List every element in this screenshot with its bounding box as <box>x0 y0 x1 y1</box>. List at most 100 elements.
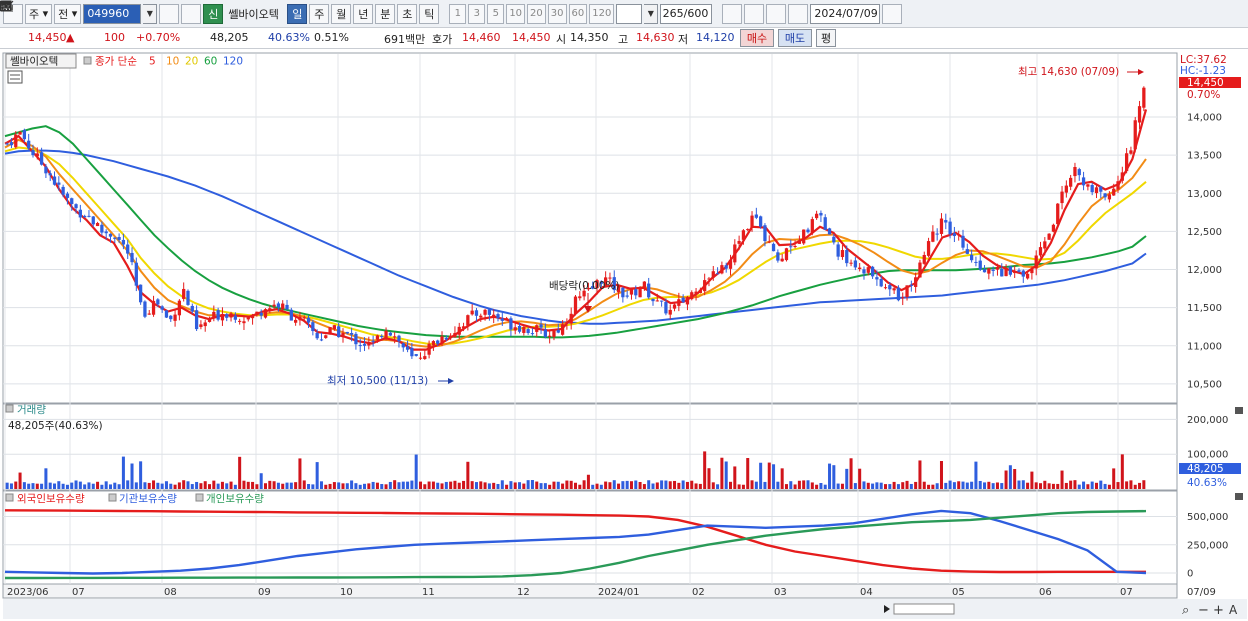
range-selector[interactable]: 전 ▾ <box>54 3 82 24</box>
period-day-button[interactable]: 일 <box>287 3 308 24</box>
candle-body <box>414 354 418 356</box>
x-axis-bar <box>2 583 1178 599</box>
price-tick-label: 14,000 <box>1187 113 1222 124</box>
candle-body <box>974 261 978 263</box>
volume-bar <box>849 458 853 489</box>
period-second-button[interactable]: 초 <box>397 3 418 24</box>
x-tick-label: 05 <box>952 587 965 598</box>
candle-body <box>858 267 862 270</box>
volume-bar <box>440 483 444 489</box>
period-week-button[interactable]: 주 <box>309 3 330 24</box>
candle-body <box>806 229 810 233</box>
candle-body <box>298 316 302 321</box>
candle-body <box>642 281 647 288</box>
volume-bar <box>139 461 143 489</box>
candle-body <box>797 241 802 244</box>
font-size-icon[interactable]: A <box>1229 603 1238 617</box>
volume-bar <box>431 481 435 489</box>
candle-body <box>1017 270 1021 272</box>
candle-body <box>61 186 65 195</box>
stock-code-dropdown[interactable]: ▼ <box>143 3 158 24</box>
candle-body <box>504 318 509 320</box>
candle-body <box>814 213 819 219</box>
candle-body <box>216 310 220 320</box>
buy-button[interactable]: 매수 <box>740 29 774 47</box>
calendar-icon[interactable] <box>0 1 903 24</box>
interval-dropdown[interactable]: ▼ <box>644 3 659 24</box>
volume-bar <box>651 483 655 489</box>
candle-body <box>448 335 453 338</box>
candle-body <box>819 212 823 216</box>
candle-body <box>14 134 18 148</box>
volume-bar <box>1103 483 1107 489</box>
volume-bar <box>83 484 87 489</box>
market-selector[interactable]: 주 ▾ <box>25 3 53 24</box>
candle-body <box>535 325 539 332</box>
candle-body <box>948 221 952 235</box>
volume-bar <box>78 481 82 489</box>
calculator-icon[interactable] <box>7 70 23 84</box>
volume-bar <box>530 480 534 489</box>
search-icon[interactable] <box>0 0 180 24</box>
volume-bar <box>677 482 681 489</box>
stock-code-input[interactable]: 049960 <box>83 3 142 24</box>
candle-body <box>457 326 461 335</box>
volume-bar <box>655 482 659 489</box>
period-tick-button[interactable]: 틱 <box>419 3 440 24</box>
candle-body <box>138 284 143 303</box>
volume-panel-close-icon[interactable] <box>1235 407 1243 414</box>
zoom-in-icon[interactable]: + <box>1213 603 1224 618</box>
volume-bar <box>931 484 935 489</box>
zoom-out-icon[interactable]: − <box>1198 603 1209 618</box>
volume-bar <box>388 481 392 489</box>
volume-bar <box>789 481 793 489</box>
volume-bar <box>126 480 130 489</box>
holding-panel-close-icon[interactable] <box>1235 493 1243 500</box>
interval-1-button[interactable]: 1 <box>449 3 467 24</box>
gear-icon[interactable] <box>1 1 809 24</box>
count-input[interactable]: 265/600 <box>660 3 713 24</box>
candle-body <box>1047 233 1051 240</box>
volume-bar <box>698 483 702 489</box>
period-minute-button[interactable]: 분 <box>375 3 396 24</box>
high-annotation: 최고 14,630 (07/09) <box>1018 66 1119 78</box>
candle-body <box>543 329 547 337</box>
interval-20-button[interactable]: 20 <box>527 3 546 24</box>
volume-bar <box>685 481 689 489</box>
interval-5-button[interactable]: 5 <box>487 3 505 24</box>
candle-body <box>991 269 995 271</box>
volume-bar <box>500 480 504 489</box>
interval-30-button[interactable]: 30 <box>547 3 567 24</box>
chart-zoom-icon[interactable] <box>0 0 765 24</box>
volume-bar <box>1021 480 1025 489</box>
volume-bar <box>397 482 401 489</box>
search-zoom-icon[interactable]: ⌕ <box>1182 603 1189 618</box>
candle-body <box>190 305 194 312</box>
sell-button[interactable]: 매도 <box>778 29 812 47</box>
volume-bar <box>612 480 616 489</box>
volume-bar <box>776 481 780 489</box>
date-input[interactable]: 2024/07/09 <box>810 3 881 24</box>
candle-body <box>324 335 328 338</box>
interval-60-button[interactable]: 60 <box>568 3 588 24</box>
sound-icon[interactable] <box>1 1 202 24</box>
interval-3-button[interactable]: 3 <box>468 3 486 24</box>
last-date-label: 07/09 <box>1187 587 1216 598</box>
candle-body <box>48 173 52 176</box>
candle-body <box>440 336 444 344</box>
print-icon[interactable] <box>1 0 787 24</box>
volume-bar <box>1142 480 1146 489</box>
candle-body <box>573 296 578 315</box>
volume-bar <box>147 482 151 489</box>
interval-120-button[interactable]: 120 <box>589 3 615 24</box>
average-button[interactable]: 평 <box>816 29 836 47</box>
period-month-button[interactable]: 월 <box>331 3 352 24</box>
candle-settings-icon[interactable] <box>1 1 743 24</box>
interval-10-button[interactable]: 10 <box>506 3 526 24</box>
stock-chart[interactable]: 10,500 11,000 11,500 12,000 12,500 13,000 13,5… <box>0 51 1248 621</box>
price-change: 100 <box>104 31 125 44</box>
period-year-button[interactable]: 년 <box>353 3 374 24</box>
volume-bar <box>535 481 539 489</box>
interval-custom-input[interactable] <box>616 3 643 24</box>
scroll-track[interactable] <box>893 603 955 615</box>
